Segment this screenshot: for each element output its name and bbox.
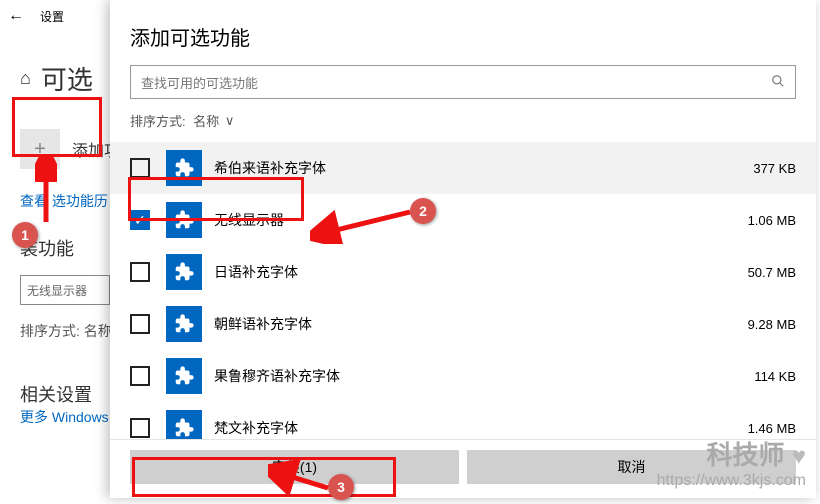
- dialog-title: 添加可选功能: [110, 0, 816, 65]
- feature-row[interactable]: 朝鲜语补充字体 9.28 MB: [110, 298, 816, 350]
- puzzle-icon: [166, 254, 202, 290]
- feature-row[interactable]: 梵文补充字体 1.46 MB: [110, 402, 816, 439]
- feature-name: 无线显示器: [214, 210, 284, 230]
- checkbox[interactable]: [130, 418, 150, 438]
- feature-size: 1.06 MB: [748, 213, 796, 228]
- dialog-sort-value[interactable]: 名称: [193, 111, 219, 130]
- install-button[interactable]: 安装(1): [130, 450, 459, 484]
- feature-row[interactable]: 希伯来语补充字体 377 KB: [110, 142, 816, 194]
- annotation-badge-3: 3: [328, 474, 354, 500]
- feature-name: 梵文补充字体: [214, 418, 298, 438]
- add-feature-dialog: 添加可选功能 查找可用的可选功能 排序方式: 名称 ∨ 希伯来语补充字体 377 …: [110, 0, 816, 498]
- plus-icon: +: [20, 129, 60, 169]
- checkbox[interactable]: [130, 158, 150, 178]
- feature-size: 1.46 MB: [748, 421, 796, 436]
- feature-size: 9.28 MB: [748, 317, 796, 332]
- bg-sort-value[interactable]: 名称: [84, 323, 112, 339]
- bg-search-input[interactable]: 无线显示器: [20, 275, 110, 305]
- window-title: 设置: [40, 8, 64, 25]
- checkbox[interactable]: [130, 366, 150, 386]
- bg-sort-label: 排序方式:: [20, 323, 80, 339]
- feature-size: 114 KB: [754, 369, 796, 384]
- puzzle-icon: [166, 202, 202, 238]
- chevron-down-icon: ∨: [221, 113, 234, 129]
- puzzle-icon: [166, 410, 202, 439]
- feature-row[interactable]: 果鲁穆齐语补充字体 114 KB: [110, 350, 816, 402]
- feature-name: 果鲁穆齐语补充字体: [214, 366, 340, 386]
- heart-icon: ♥: [792, 443, 806, 470]
- puzzle-icon: [166, 150, 202, 186]
- checkbox[interactable]: ✓: [130, 210, 150, 230]
- home-icon: ⌂: [20, 68, 31, 89]
- annotation-badge-2: 2: [410, 198, 436, 224]
- annotation-badge-1: 1: [12, 222, 38, 248]
- watermark: 科技师 ♥ https://www.3kjs.com: [657, 435, 806, 490]
- page-heading: 可选: [41, 60, 93, 97]
- feature-name: 希伯来语补充字体: [214, 158, 326, 178]
- puzzle-icon: [166, 358, 202, 394]
- feature-size: 377 KB: [753, 161, 796, 176]
- feature-row[interactable]: 日语补充字体 50.7 MB: [110, 246, 816, 298]
- feature-name: 朝鲜语补充字体: [214, 314, 312, 334]
- dialog-sort-label: 排序方式:: [130, 111, 186, 130]
- dialog-search-input[interactable]: 查找可用的可选功能: [130, 65, 796, 99]
- checkbox[interactable]: [130, 314, 150, 334]
- back-button[interactable]: ←: [0, 7, 32, 25]
- feature-size: 50.7 MB: [748, 265, 796, 280]
- search-icon: [771, 74, 785, 91]
- feature-name: 日语补充字体: [214, 262, 298, 282]
- checkbox[interactable]: [130, 262, 150, 282]
- feature-row[interactable]: ✓ 无线显示器 1.06 MB: [110, 194, 816, 246]
- puzzle-icon: [166, 306, 202, 342]
